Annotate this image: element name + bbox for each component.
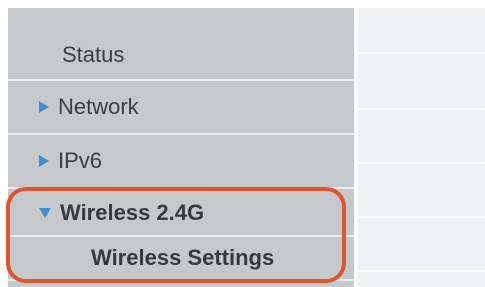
sidebar-menu: Status Network IPv6 Wireless 2.4G Wirele…: [8, 8, 354, 287]
sidebar-item-label: Status: [62, 41, 125, 67]
content-divider: [358, 216, 485, 218]
triangle-down-icon: [39, 208, 51, 218]
sidebar-item-ipv6[interactable]: IPv6: [8, 135, 354, 189]
content-divider: [358, 270, 485, 272]
triangle-right-icon: [39, 101, 49, 113]
sidebar-item-network[interactable]: Network: [8, 81, 354, 135]
content-divider: [358, 108, 485, 110]
sidebar-subitem-label: Wireless Settings: [91, 245, 275, 270]
sidebar-item-label: IPv6: [58, 148, 103, 173]
left-gutter: [0, 0, 8, 287]
sidebar-subitem-wireless-settings[interactable]: Wireless Settings: [8, 237, 354, 281]
sidebar-item-label: Wireless 2.4G: [60, 200, 205, 225]
main-content-area: [358, 8, 485, 287]
sidebar-item-label: Network: [58, 94, 139, 119]
router-admin-page: Status Network IPv6 Wireless 2.4G Wirele…: [0, 0, 485, 287]
sidebar-item-status[interactable]: Status: [8, 8, 354, 81]
content-divider: [358, 52, 485, 54]
content-divider: [358, 162, 485, 164]
triangle-right-icon: [39, 155, 49, 167]
sidebar-item-wireless-2-4g[interactable]: Wireless 2.4G: [8, 189, 354, 237]
